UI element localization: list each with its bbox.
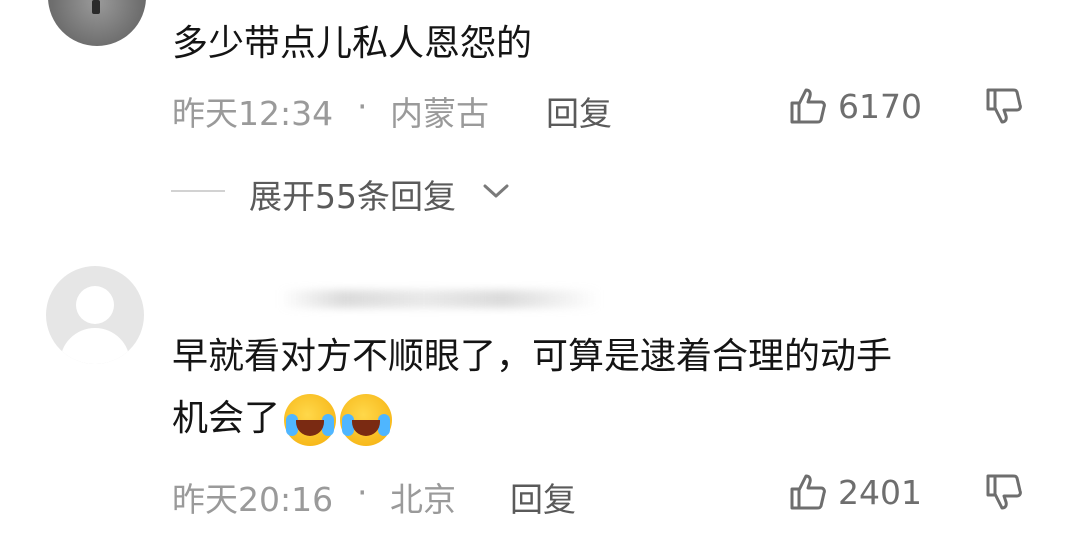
rofl-emoji (284, 394, 337, 446)
expand-replies-button[interactable]: 展开55条回复 (249, 170, 456, 218)
avatar[interactable] (48, 0, 146, 46)
chevron-down-icon[interactable] (482, 180, 510, 202)
comment-time: 昨天20:16 (172, 480, 334, 519)
comment-text-tail: 机会了 (172, 398, 281, 439)
divider-line (171, 190, 225, 192)
reply-button[interactable]: 回复 (510, 473, 576, 521)
comment-text: 早就看对方不顺眼了，可算是逮着合理的动手 (172, 336, 893, 377)
like-count: 2401 (838, 473, 922, 512)
thumbs-up-icon[interactable] (788, 472, 828, 512)
meta-separator: · (357, 87, 368, 126)
comment-time: 昨天12:34 (172, 94, 334, 133)
thumbs-down-icon[interactable] (984, 86, 1024, 126)
comment-location: 北京 (390, 480, 456, 519)
comment-text-line2: 机会了 (172, 390, 393, 448)
blurred-username (280, 290, 600, 308)
meta-separator: · (357, 473, 368, 512)
reply-button[interactable]: 回复 (546, 87, 612, 135)
comment-location: 内蒙古 (390, 94, 489, 133)
like-count: 6170 (838, 87, 922, 126)
rofl-emoji (340, 394, 393, 446)
thumbs-down-icon[interactable] (984, 472, 1024, 512)
avatar[interactable] (46, 266, 144, 364)
thumbs-up-icon[interactable] (788, 86, 828, 126)
comment-text: 多少带点儿私人恩怨的 (172, 23, 533, 64)
